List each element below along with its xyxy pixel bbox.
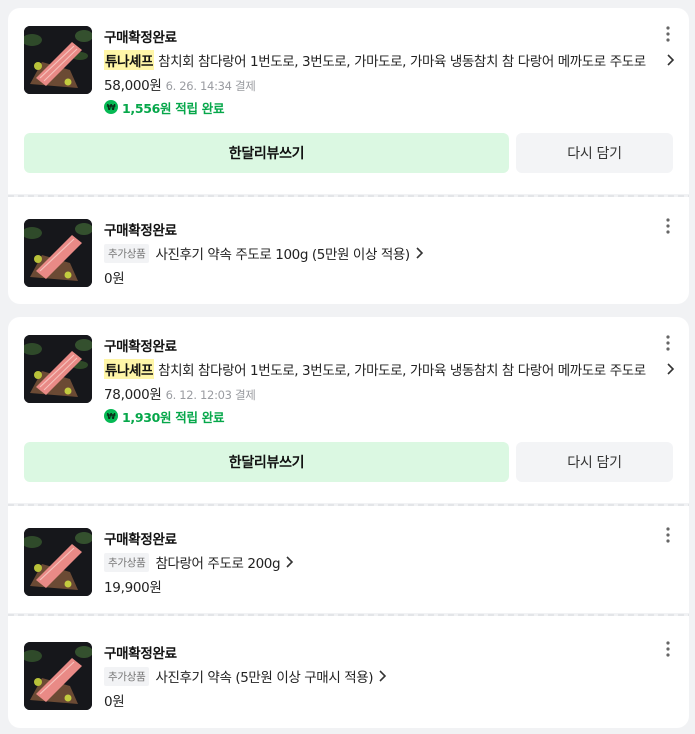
price-row: 78,000원 6. 12. 12:03 결제 xyxy=(104,383,256,403)
order-card: 구매확정완료 튜나셰프 참치회 참다랑어 1번도로, 3번도로, 가마도로, 가… xyxy=(8,317,689,503)
product-title: 사진후기 약속 (5만원 이상 구매시 적용) xyxy=(155,670,374,686)
reward-row: ₩ 1,556원 적립 완료 xyxy=(104,99,225,116)
brand-name: 튜나셰프 xyxy=(104,359,155,379)
order-status: 구매확정완료 xyxy=(104,339,177,355)
price-row: 0원 xyxy=(104,267,125,287)
product-title-link[interactable]: 추가상품 참다랑어 주도로 200g xyxy=(104,552,675,572)
chevron-right-icon xyxy=(667,54,675,66)
price-row: 0원 xyxy=(104,690,125,710)
more-options-icon[interactable] xyxy=(665,26,671,42)
more-options-icon[interactable] xyxy=(665,335,671,351)
order-status: 구매확정완료 xyxy=(104,646,177,662)
write-review-button[interactable]: 한달리뷰쓰기 xyxy=(24,442,509,482)
product-thumbnail[interactable] xyxy=(24,219,92,287)
payment-time: 6. 26. 14:34 결제 xyxy=(165,79,256,93)
more-options-icon[interactable] xyxy=(665,218,671,234)
price: 78,000원 xyxy=(104,387,162,403)
reward-text: 1,930원 적립 완료 xyxy=(122,409,225,425)
add-to-cart-again-button[interactable]: 다시 담기 xyxy=(516,133,673,173)
order-card: 구매확정완료 튜나셰프 참치회 참다랑어 1번도로, 3번도로, 가마도로, 가… xyxy=(8,8,689,194)
product-title-link[interactable]: 튜나셰프 참치회 참다랑어 1번도로, 3번도로, 가마도로, 가마육 냉동참치… xyxy=(104,359,675,379)
product-title-link[interactable]: 추가상품 사진후기 약속 (5만원 이상 구매시 적용) xyxy=(104,666,675,686)
product-thumbnail[interactable] xyxy=(24,528,92,596)
chevron-right-icon xyxy=(379,670,387,682)
product-thumbnail[interactable] xyxy=(24,642,92,710)
price-row: 58,000원 6. 26. 14:34 결제 xyxy=(104,74,256,94)
price: 19,900원 xyxy=(104,580,162,596)
n-point-icon: ₩ xyxy=(104,100,118,114)
write-review-button[interactable]: 한달리뷰쓰기 xyxy=(24,133,509,173)
order-status: 구매확정완료 xyxy=(104,223,177,239)
reward-row: ₩ 1,930원 적립 완료 xyxy=(104,408,225,425)
add-on-tag: 추가상품 xyxy=(104,552,150,572)
brand-name: 튜나셰프 xyxy=(104,50,155,70)
price: 0원 xyxy=(104,271,125,287)
product-thumbnail[interactable] xyxy=(24,26,92,94)
product-title: 참치회 참다랑어 1번도로, 3번도로, 가마도로, 가마육 냉동참치 참 다랑… xyxy=(158,54,646,70)
product-title: 참다랑어 주도로 200g xyxy=(155,556,281,572)
order-status: 구매확정완료 xyxy=(104,30,177,46)
product-title-link[interactable]: 추가상품 사진후기 약속 주도로 100g (5만원 이상 적용) xyxy=(104,243,675,263)
more-options-icon[interactable] xyxy=(665,527,671,543)
add-on-tag: 추가상품 xyxy=(104,243,150,263)
product-title-link[interactable]: 튜나셰프 참치회 참다랑어 1번도로, 3번도로, 가마도로, 가마육 냉동참치… xyxy=(104,50,675,70)
n-point-icon: ₩ xyxy=(104,409,118,423)
reward-text: 1,556원 적립 완료 xyxy=(122,100,225,116)
product-title: 참치회 참다랑어 1번도로, 3번도로, 가마도로, 가마육 냉동참치 참 다랑… xyxy=(158,363,646,379)
order-card: 구매확정완료 추가상품 사진후기 약속 (5만원 이상 구매시 적용) 0원 xyxy=(8,616,689,728)
more-options-icon[interactable] xyxy=(665,641,671,657)
chevron-right-icon xyxy=(286,556,294,568)
payment-time: 6. 12. 12:03 결제 xyxy=(165,388,256,402)
price: 58,000원 xyxy=(104,78,162,94)
add-on-tag: 추가상품 xyxy=(104,666,150,686)
order-card: 구매확정완료 추가상품 사진후기 약속 주도로 100g (5만원 이상 적용)… xyxy=(8,197,689,304)
order-status: 구매확정완료 xyxy=(104,532,177,548)
chevron-right-icon xyxy=(667,363,675,375)
product-thumbnail[interactable] xyxy=(24,335,92,403)
order-card: 구매확정완료 추가상품 참다랑어 주도로 200g 19,900원 xyxy=(8,506,689,613)
product-title: 사진후기 약속 주도로 100g (5만원 이상 적용) xyxy=(155,247,410,263)
price: 0원 xyxy=(104,694,125,710)
add-to-cart-again-button[interactable]: 다시 담기 xyxy=(516,442,673,482)
chevron-right-icon xyxy=(416,247,423,259)
price-row: 19,900원 xyxy=(104,576,162,596)
